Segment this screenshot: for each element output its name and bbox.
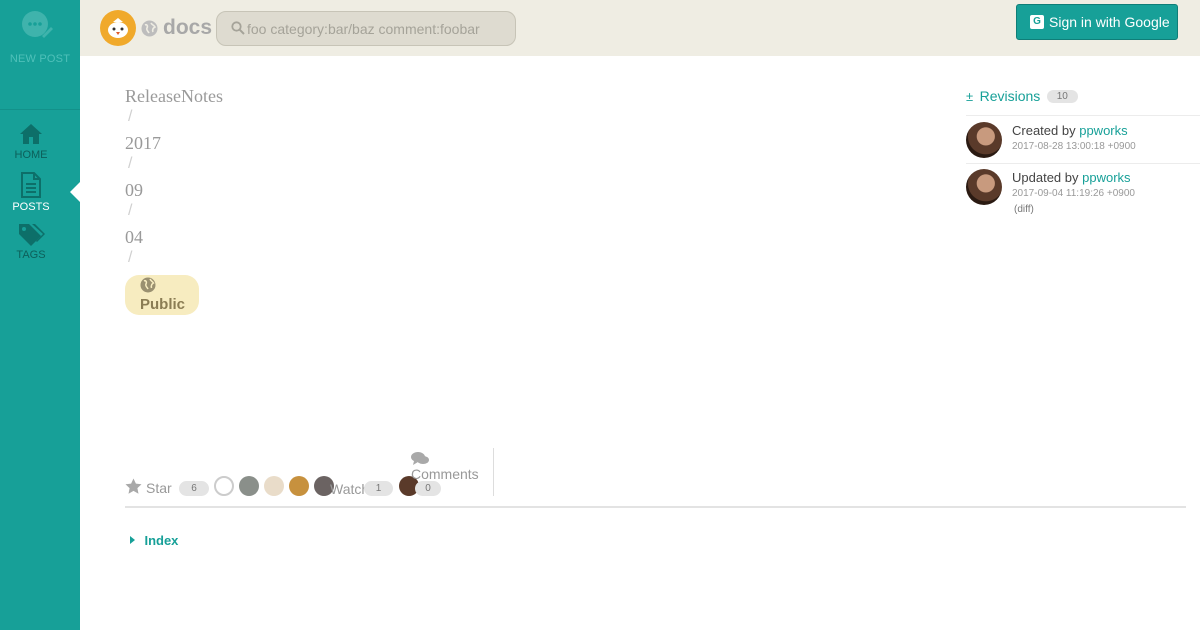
star-button[interactable]: Star (146, 480, 172, 496)
stargazer-avatar[interactable] (264, 476, 284, 496)
comments-count: 0 (415, 481, 441, 496)
new-post-label: NEW POST (9, 53, 71, 65)
new-post-button[interactable]: NEW POST (0, 0, 80, 110)
revisions-link[interactable]: Revisions (980, 88, 1041, 104)
breadcrumb-separator: / (128, 249, 133, 266)
bird-logo-icon (108, 18, 128, 38)
search-icon (231, 21, 245, 35)
revision-action: Updated by ppworks (1012, 170, 1131, 185)
plus-minus-icon: ± (966, 89, 974, 104)
revisions-header[interactable]: ± Revisions 10 (966, 88, 1078, 106)
revisions-count: 10 (1046, 90, 1078, 103)
index-label: Index (144, 533, 179, 548)
sidebar: NEW POST HOME POSTS TAGS (0, 0, 80, 630)
divider (966, 115, 1200, 116)
divider (966, 163, 1200, 164)
star-icon[interactable] (125, 478, 142, 495)
divider (493, 448, 494, 496)
breadcrumb-year[interactable]: 2017 (125, 133, 161, 154)
diff-link[interactable]: (diff) (1014, 204, 1034, 215)
caret-right-icon (130, 536, 135, 544)
sidebar-item-posts[interactable]: POSTS (0, 172, 62, 213)
stargazer-avatar[interactable] (289, 476, 309, 496)
visibility-label: Public (140, 296, 186, 313)
breadcrumb-day[interactable]: 04 (125, 227, 143, 248)
breadcrumb-category[interactable]: ReleaseNotes (125, 86, 223, 107)
sign-in-google-button[interactable]: G Sign in with Google (1016, 4, 1178, 40)
revision-user-link[interactable]: ppworks (1079, 123, 1127, 138)
document-icon (21, 172, 41, 198)
star-count: 6 (179, 481, 209, 496)
sidebar-item-tags[interactable]: TAGS (0, 222, 62, 261)
stargazer-avatar[interactable] (214, 476, 234, 496)
active-nav-pointer (70, 182, 80, 202)
revision-prefix: Created by (1012, 123, 1076, 138)
divider (125, 506, 1186, 508)
revision-time: 2017-09-04 11:19:26 +0900 (1012, 188, 1135, 199)
revision-time: 2017-08-28 13:00:18 +0900 (1012, 141, 1136, 152)
avatar[interactable] (966, 122, 1002, 158)
tags-icon (19, 224, 45, 246)
comments-button[interactable]: Comments (411, 466, 479, 482)
avatar[interactable] (966, 169, 1002, 205)
sidebar-item-label: TAGS (16, 249, 46, 261)
post-actions: Star 6 Watch 1 0 Comments (125, 448, 1186, 508)
site-title[interactable]: docs (163, 16, 212, 40)
watch-count: 1 (364, 481, 393, 496)
breadcrumb-separator: / (128, 155, 133, 172)
header: docs G Sign in with Google (80, 0, 1200, 56)
revision-prefix: Updated by (1012, 170, 1079, 185)
visibility-badge: Public (125, 275, 199, 315)
sidebar-item-label: HOME (14, 149, 48, 161)
sign-in-label: Sign in with Google (1049, 14, 1170, 30)
sidebar-item-label: POSTS (12, 201, 50, 213)
comments-icon[interactable] (411, 451, 429, 467)
revision-action: Created by ppworks (1012, 123, 1128, 138)
globe-icon (140, 277, 156, 293)
breadcrumb-separator: / (128, 108, 133, 125)
globe-icon (141, 20, 158, 37)
revision-user-link[interactable]: ppworks (1082, 170, 1130, 185)
sidebar-item-home[interactable]: HOME (0, 122, 62, 161)
search-box[interactable] (216, 11, 516, 46)
team-logo[interactable] (100, 10, 136, 46)
stargazer-avatar[interactable] (239, 476, 259, 496)
breadcrumb-separator: / (128, 202, 133, 219)
breadcrumb-month[interactable]: 09 (125, 180, 143, 201)
new-post-icon (22, 11, 53, 38)
google-icon: G (1030, 15, 1044, 29)
search-input[interactable] (247, 12, 509, 45)
index-toggle[interactable]: Index (130, 532, 178, 550)
home-icon (20, 124, 42, 144)
